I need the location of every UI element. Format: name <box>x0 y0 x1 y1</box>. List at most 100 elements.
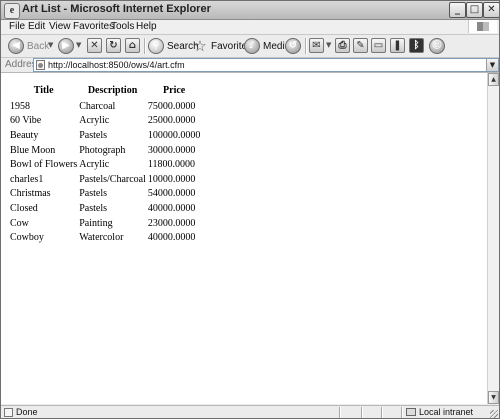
scroll-down-button[interactable]: ▼ <box>488 391 499 404</box>
cell-description: Pastels/Charcoal <box>79 173 146 185</box>
table-row: Bowl of Flowers Acrylic 11800.0000 <box>10 157 202 172</box>
close-button[interactable]: ✕ <box>483 2 499 18</box>
local-intranet-icon <box>406 408 416 416</box>
cell-price: 40000.0000 <box>147 202 196 214</box>
menu-bar: File Edit View Favorites Tools Help <box>1 20 499 35</box>
status-divider <box>339 407 341 418</box>
forward-dropdown[interactable]: ▼ <box>76 37 84 55</box>
status-divider <box>401 407 403 418</box>
table-row: Cow Painting 23000.0000 <box>10 216 202 231</box>
internet-explorer-icon: e <box>4 3 20 19</box>
status-divider <box>361 407 363 418</box>
cell-description: Watercolor <box>79 232 124 244</box>
menu-help[interactable]: Help <box>136 21 157 32</box>
standard-toolbar: ◀ Back ▼ ▶ ▼ ✕ ↻ ⌂ ⚲ Search ☆ Favorites <box>1 35 499 58</box>
column-header-price: Price <box>163 85 186 96</box>
msn-messenger-button[interactable]: ☺ <box>429 37 445 55</box>
table-row: Beauty Pastels 100000.0000 <box>10 128 202 143</box>
forward-button[interactable]: ▶ <box>58 37 74 55</box>
cell-price: 100000.0000 <box>147 129 201 141</box>
forward-arrow-icon: ▶ <box>58 38 74 54</box>
chevron-down-icon: ▼ <box>76 41 82 49</box>
page-done-icon <box>4 408 13 417</box>
cell-title: 1958 <box>10 100 30 112</box>
page-icon <box>36 60 45 70</box>
table-row: Blue Moon Photograph 30000.0000 <box>10 143 202 158</box>
toolbar-separator <box>305 38 307 54</box>
stop-button[interactable]: ✕ <box>87 37 103 55</box>
cell-price: 23000.0000 <box>147 217 196 229</box>
chevron-down-icon: ▼ <box>326 41 332 49</box>
search-button[interactable]: ⚲ Search <box>148 37 199 55</box>
mail-dropdown[interactable]: ▼ <box>326 37 334 55</box>
cell-title: charles1 <box>10 173 44 185</box>
cell-title: Closed <box>10 202 38 214</box>
vertical-scrollbar[interactable]: ▲ ▼ <box>487 73 499 404</box>
table-row: Christmas Pastels 54000.0000 <box>10 187 202 202</box>
menu-file[interactable]: File <box>9 21 25 32</box>
cell-description: Acrylic <box>79 115 110 127</box>
print-button[interactable]: ⎙ <box>335 37 351 55</box>
window-title: Art List - Microsoft Internet Explorer <box>22 3 211 15</box>
address-dropdown-button[interactable]: ▼ <box>486 59 498 71</box>
refresh-icon: ↻ <box>106 38 121 53</box>
edit-button[interactable]: ✎ <box>353 37 369 55</box>
cell-description: Acrylic <box>79 159 110 171</box>
table-row: Cowboy Watercolor 40000.0000 <box>10 230 202 245</box>
table-row: 60 Vibe Acrylic 25000.0000 <box>10 114 202 129</box>
refresh-button[interactable]: ↻ <box>106 37 122 55</box>
home-button[interactable]: ⌂ <box>125 37 141 55</box>
scroll-up-button[interactable]: ▲ <box>488 73 499 86</box>
cell-price: 40000.0000 <box>147 232 196 244</box>
back-button[interactable]: ◀ Back <box>8 37 49 55</box>
cell-price: 75000.0000 <box>147 100 196 112</box>
menu-view[interactable]: View <box>49 21 71 32</box>
title-bar: e Art List - Microsoft Internet Explorer… <box>1 1 499 20</box>
resize-grip[interactable] <box>490 410 498 418</box>
cell-price: 11800.0000 <box>147 159 196 171</box>
search-icon: ⚲ <box>148 38 164 54</box>
windows-logo-area <box>468 20 497 33</box>
menu-favorites[interactable]: Favorites <box>73 21 114 32</box>
cell-price: 25000.0000 <box>147 115 196 127</box>
cell-title: Cow <box>10 217 29 229</box>
status-divider <box>381 407 383 418</box>
minimize-button[interactable]: _ <box>449 2 466 18</box>
favorites-button[interactable]: ☆ Favorites <box>192 37 252 55</box>
messenger-buddies-icon: ☺ <box>429 38 445 54</box>
maximize-button[interactable]: □ <box>466 2 483 18</box>
cell-title: Cowboy <box>10 232 44 244</box>
cell-description: Pastels <box>79 202 108 214</box>
cell-price: 30000.0000 <box>147 144 196 156</box>
research-button[interactable]: ❚ <box>390 37 406 55</box>
address-input[interactable]: http://localhost:8500/ows/4/art.cfm ▼ <box>33 58 499 72</box>
back-dropdown[interactable]: ▼ <box>48 37 56 55</box>
art-list-table: Title Description Price 1958 Charcoal 75… <box>10 84 202 245</box>
cell-title: Blue Moon <box>10 144 56 156</box>
research-icon: ❚ <box>390 38 405 53</box>
cell-title: Beauty <box>10 129 39 141</box>
menu-edit[interactable]: Edit <box>28 21 45 32</box>
history-button[interactable]: ↺ <box>285 37 301 55</box>
media-icon: ♪ <box>244 38 260 54</box>
mail-icon: ✉ <box>309 38 324 53</box>
address-url: http://localhost:8500/ows/4/art.cfm <box>48 60 185 70</box>
chevron-down-icon: ▼ <box>48 41 54 49</box>
windows-flag-icon <box>477 22 489 31</box>
bluetooth-icon: ᛒ <box>409 38 424 53</box>
cell-description: Painting <box>79 217 113 229</box>
discuss-button[interactable]: ▭ <box>371 37 387 55</box>
menu-tools[interactable]: Tools <box>111 21 134 32</box>
discuss-icon: ▭ <box>371 38 386 53</box>
toolbar-separator <box>144 38 146 54</box>
cell-price: 10000.0000 <box>147 173 196 185</box>
messenger-button[interactable]: ᛒ <box>409 37 425 55</box>
browser-window: e Art List - Microsoft Internet Explorer… <box>0 0 500 419</box>
mail-button[interactable]: ✉ <box>309 37 325 55</box>
status-bar: Done Local intranet <box>1 405 499 418</box>
home-icon: ⌂ <box>125 38 140 53</box>
media-button[interactable]: ♪ Media <box>244 37 290 55</box>
column-header-title: Title <box>33 85 54 96</box>
cell-title: Christmas <box>10 188 51 200</box>
star-icon: ☆ <box>193 37 207 55</box>
